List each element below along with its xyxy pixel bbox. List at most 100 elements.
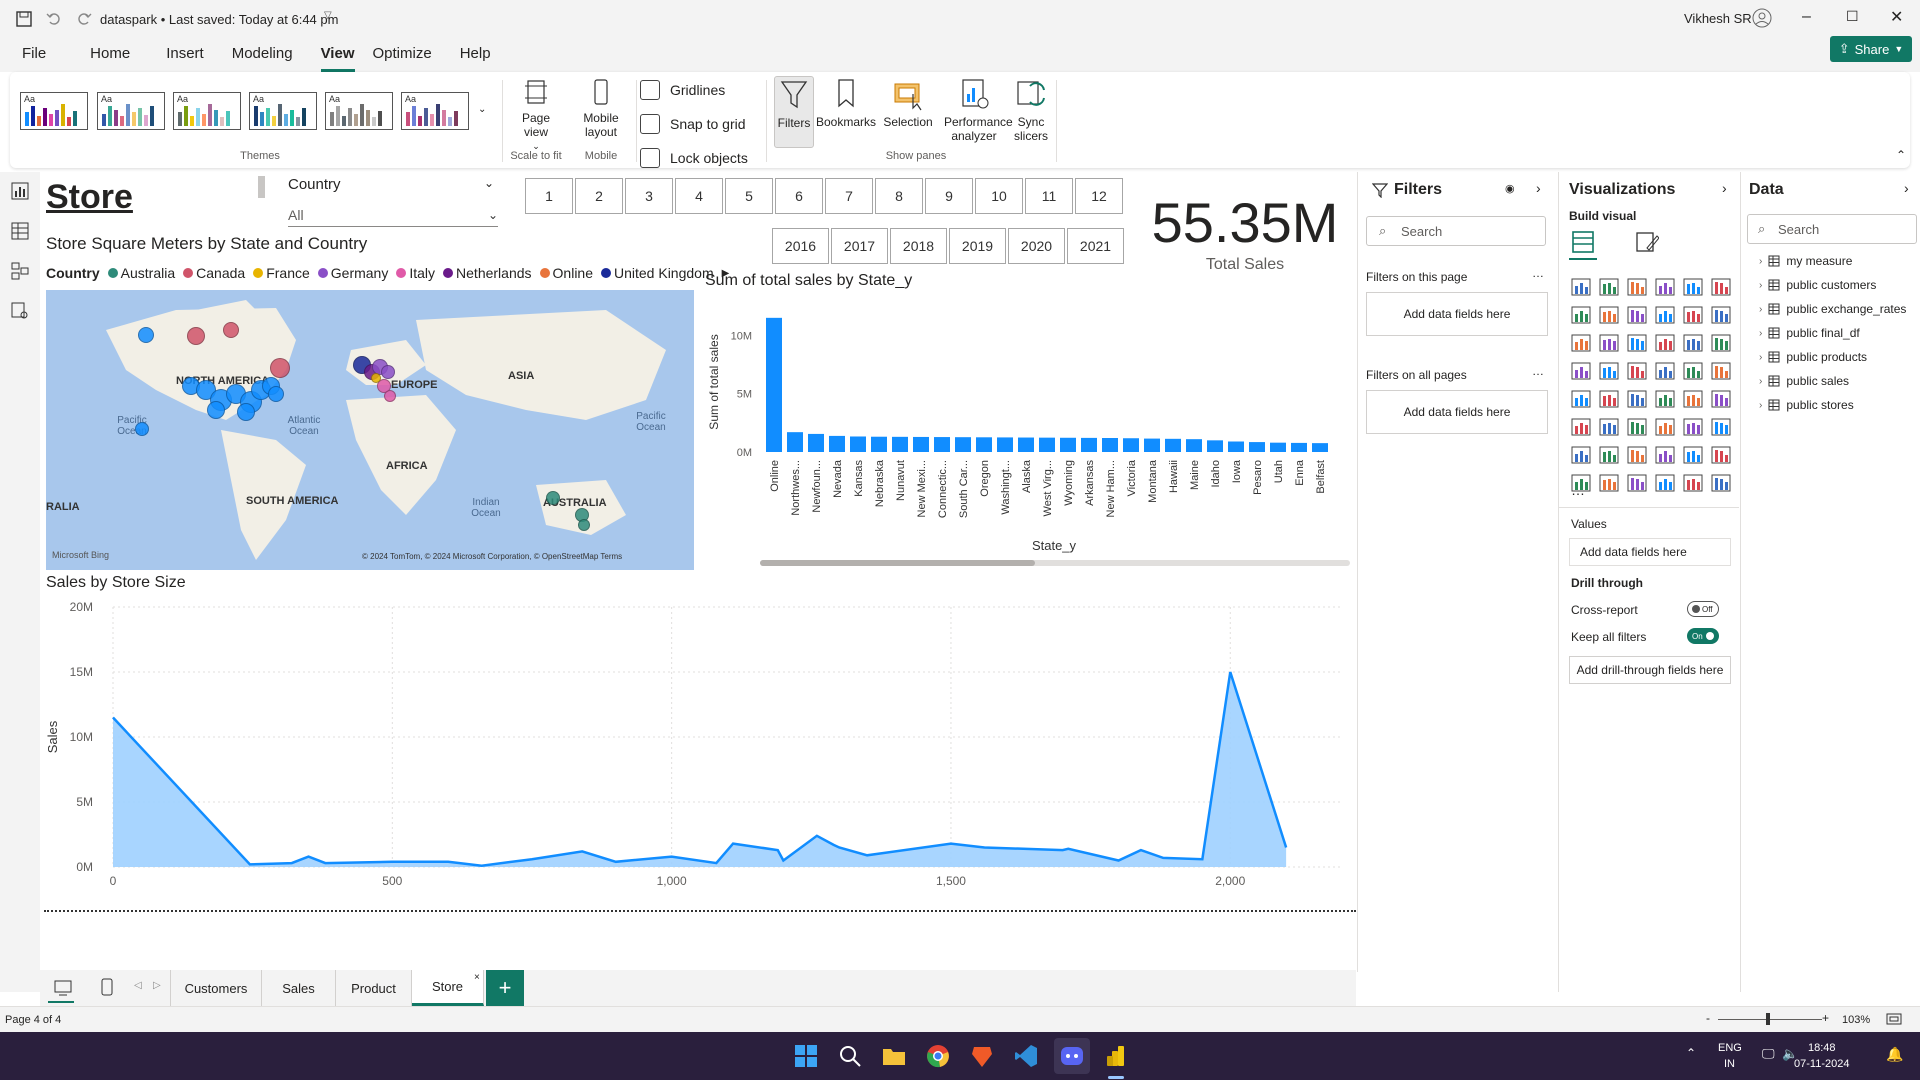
file-explorer-icon[interactable]: [882, 1044, 906, 1068]
month-button-12[interactable]: 12: [1075, 178, 1123, 214]
visual-type-icon[interactable]: [1655, 278, 1675, 296]
map-bubble[interactable]: [384, 390, 396, 402]
format-visual-icon[interactable]: [1635, 230, 1659, 254]
visual-type-icon[interactable]: [1683, 474, 1703, 492]
visual-type-icon[interactable]: [1711, 446, 1731, 464]
bar[interactable]: [871, 436, 887, 452]
year-button-2018[interactable]: 2018: [890, 228, 947, 264]
visual-type-icon[interactable]: [1711, 278, 1731, 296]
visual-type-icon[interactable]: [1571, 278, 1591, 296]
visual-type-icon[interactable]: [1571, 362, 1591, 380]
dax-query-icon[interactable]: [11, 302, 29, 320]
map-bubble[interactable]: [237, 403, 255, 421]
bar[interactable]: [1123, 438, 1139, 452]
network-icon[interactable]: 🖵: [1762, 1046, 1775, 1062]
menu-insert[interactable]: Insert: [166, 45, 232, 72]
visual-type-icon[interactable]: [1571, 306, 1591, 324]
theme-option-5[interactable]: Aa: [325, 92, 393, 130]
themes-more-icon[interactable]: ⌄: [478, 104, 486, 115]
bar[interactable]: [955, 437, 971, 452]
page-view-button[interactable]: Page view ⌄: [510, 78, 562, 153]
visual-type-icon[interactable]: [1683, 390, 1703, 408]
country-dropdown[interactable]: All ⌄: [288, 203, 498, 227]
theme-option-3[interactable]: Aa: [173, 92, 241, 130]
scroll-handle[interactable]: [258, 176, 265, 198]
bar[interactable]: [1207, 440, 1223, 452]
chevron-right-icon[interactable]: ›: [1759, 304, 1762, 315]
chevron-down-icon[interactable]: ▽: [324, 10, 332, 21]
visual-type-icon[interactable]: [1711, 334, 1731, 352]
clock-time[interactable]: 18:48: [1808, 1042, 1836, 1054]
share-button[interactable]: ⇪ Share ▼: [1830, 36, 1912, 62]
country-slicer[interactable]: Country ⌄ All ⌄: [288, 176, 498, 227]
bar[interactable]: [1081, 437, 1097, 452]
bar[interactable]: [1291, 442, 1307, 452]
chevron-right-icon[interactable]: ›: [1759, 256, 1762, 267]
bar[interactable]: [1228, 441, 1244, 453]
month-button-11[interactable]: 11: [1025, 178, 1073, 214]
bar[interactable]: [1039, 437, 1055, 452]
visual-type-icon[interactable]: [1655, 418, 1675, 436]
visual-type-icon[interactable]: [1571, 418, 1591, 436]
chevron-down-icon[interactable]: ⌄: [484, 176, 494, 190]
theme-option-1[interactable]: Aa: [20, 92, 88, 130]
visual-type-icon[interactable]: [1599, 418, 1619, 436]
month-button-2[interactable]: 2: [575, 178, 623, 214]
minimize-icon[interactable]: –: [1802, 8, 1811, 26]
map-bubble[interactable]: [270, 358, 290, 378]
bar[interactable]: [976, 437, 992, 452]
data-table-item[interactable]: › public final_df: [1759, 326, 1860, 340]
area-fill[interactable]: [113, 672, 1287, 867]
visual-type-icon[interactable]: [1683, 306, 1703, 324]
bar[interactable]: [1165, 438, 1181, 452]
visual-type-icon[interactable]: [1683, 334, 1703, 352]
zoom-slider[interactable]: [1718, 1019, 1822, 1020]
bookmarks-pane-button[interactable]: Bookmarks: [816, 76, 876, 129]
keep-filters-toggle[interactable]: On: [1687, 628, 1719, 644]
visual-type-icon[interactable]: [1711, 474, 1731, 492]
visual-type-icon[interactable]: [1711, 306, 1731, 324]
visual-type-icon[interactable]: [1711, 362, 1731, 380]
undo-icon[interactable]: [46, 10, 62, 26]
visual-type-icon[interactable]: [1571, 446, 1591, 464]
close-tab-icon[interactable]: ×: [474, 972, 480, 983]
prev-page-icon[interactable]: ◁: [134, 980, 142, 991]
menu-optimize[interactable]: Optimize: [373, 45, 460, 72]
bar[interactable]: [850, 436, 866, 452]
visual-type-icon[interactable]: [1627, 390, 1647, 408]
save-icon[interactable]: [15, 10, 33, 28]
drill-through-well[interactable]: Add drill-through fields here: [1569, 656, 1731, 684]
year-button-2020[interactable]: 2020: [1008, 228, 1065, 264]
map-bubble[interactable]: [546, 491, 560, 505]
scrollbar-thumb[interactable]: [760, 560, 1035, 566]
notification-bell-icon[interactable]: 🔔: [1886, 1046, 1903, 1063]
visual-type-icon[interactable]: [1655, 446, 1675, 464]
more-options-icon[interactable]: …: [1532, 266, 1544, 280]
visual-type-icon[interactable]: [1655, 474, 1675, 492]
page-filters-well[interactable]: Add data fields here: [1366, 292, 1548, 336]
zoom-out-icon[interactable]: -: [1706, 1011, 1710, 1025]
visual-type-icon[interactable]: [1627, 306, 1647, 324]
store-map[interactable]: NORTH AMERICA EUROPE ASIA AFRICA SOUTH AMERI…: [46, 290, 694, 570]
visual-type-icon[interactable]: [1599, 446, 1619, 464]
bar[interactable]: [829, 435, 845, 452]
model-view-icon[interactable]: [11, 262, 29, 280]
show-hidden-icons[interactable]: ⌃: [1686, 1046, 1696, 1060]
chevron-right-icon[interactable]: ›: [1759, 376, 1762, 387]
map-bubble[interactable]: [223, 322, 239, 338]
area-chart[interactable]: 0M5M10M15M20M05001,0001,5002,000SalesSto…: [40, 597, 1356, 887]
menu-home[interactable]: Home: [90, 45, 166, 72]
clock-date[interactable]: 07-11-2024: [1794, 1058, 1849, 1070]
area-series-line[interactable]: [112, 671, 1288, 867]
visual-type-icon[interactable]: [1711, 418, 1731, 436]
year-button-2017[interactable]: 2017: [831, 228, 888, 264]
filters-search-input[interactable]: ⌕ Search: [1366, 216, 1546, 246]
bar[interactable]: [997, 437, 1013, 452]
chevron-right-icon[interactable]: ›: [1759, 280, 1762, 291]
sync-slicers-button[interactable]: Sync slicers: [1010, 76, 1052, 143]
legend-item[interactable]: Italy: [396, 265, 435, 281]
menu-help[interactable]: Help: [460, 45, 509, 72]
search-icon[interactable]: [838, 1044, 862, 1068]
filters-pane-button[interactable]: Filters: [774, 76, 814, 148]
month-button-4[interactable]: 4: [675, 178, 723, 214]
